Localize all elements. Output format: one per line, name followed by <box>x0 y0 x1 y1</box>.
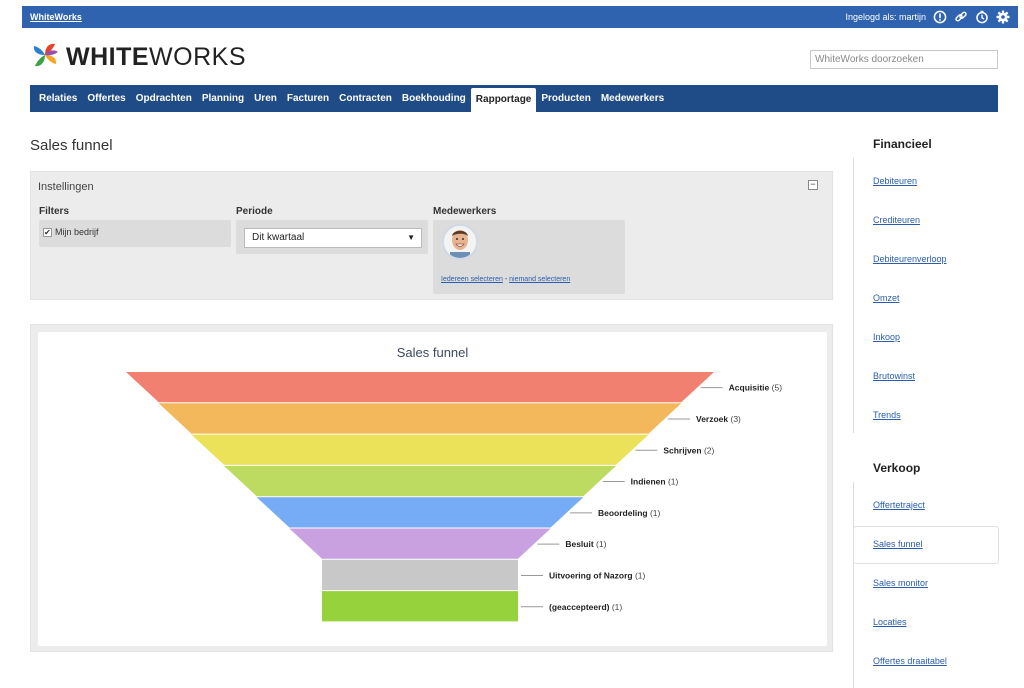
sales-link-offertes-draaitabel[interactable]: Offertes draaitabel <box>873 656 947 666</box>
chart-area: Sales funnel Acquisitie (5) Verzoek (3) Sc… <box>38 332 827 646</box>
checkbox[interactable]: ✔ <box>43 227 52 237</box>
funnel-label: Verzoek (3) <box>696 414 741 424</box>
nav-item-medewerkers[interactable]: Medewerkers <box>596 85 669 112</box>
sales-link-sales-funnel[interactable]: Sales funnel <box>873 539 923 549</box>
logged-in-label: Ingelogd als: martijn <box>845 12 926 22</box>
employee-avatar[interactable] <box>442 224 478 260</box>
funnel-segment-besluit[interactable] <box>289 528 551 559</box>
select-none-link[interactable]: niemand selecteren <box>509 276 570 283</box>
sales-link-locaties[interactable]: Locaties <box>873 617 907 627</box>
financial-link-omzet[interactable]: Omzet <box>873 293 900 303</box>
funnel-label: Uitvoering of Nazorg (1) <box>549 570 646 580</box>
funnel-segment-indienen[interactable] <box>224 465 616 497</box>
logo-text: WHITEWORKS <box>66 43 246 71</box>
nav-item-planning[interactable]: Planning <box>197 85 249 112</box>
sales-funnel-chart: Acquisitie (5) Verzoek (3) Schrijven (2) In… <box>126 372 783 622</box>
nav-item-producten[interactable]: Producten <box>536 85 595 112</box>
nav-item-opdrachten[interactable]: Opdrachten <box>131 85 197 112</box>
funnel-label: (geaccepteerd) (1) <box>549 602 622 612</box>
top-bar: WhiteWorks Ingelogd als: martijn <box>22 6 1018 28</box>
funnel-label: Beoordeling (1) <box>598 508 661 518</box>
sidebar-divider <box>853 158 854 433</box>
financial-link-brutowinst[interactable]: Brutowinst <box>873 371 915 381</box>
filter-mijn-bedrijf[interactable]: ✔ Mijn bedrijf <box>43 227 99 237</box>
funnel-label: Schrijven (2) <box>663 445 714 455</box>
clock-icon[interactable] <box>975 10 989 24</box>
period-label: Periode <box>236 206 273 217</box>
employees-label: Medewerkers <box>433 206 497 217</box>
nav-item-rapportage[interactable]: Rapportage <box>470 88 537 112</box>
financial-link-debiteuren[interactable]: Debiteuren <box>873 176 917 186</box>
nav-item-offertes[interactable]: Offertes <box>82 85 130 112</box>
financial-heading: Financieel <box>873 137 932 151</box>
period-select[interactable]: Dit kwartaal ▼ <box>244 228 422 248</box>
sidebar-divider <box>853 482 854 688</box>
settings-panel: Instellingen − Filters ✔ Mijn bedrijf Pe… <box>30 171 833 300</box>
funnel-segment-acquisitie[interactable] <box>126 372 714 403</box>
sales-heading: Verkoop <box>873 461 921 475</box>
financial-link-inkoop[interactable]: Inkoop <box>873 332 900 342</box>
nav-item-relaties[interactable]: Relaties <box>34 85 82 112</box>
info-icon[interactable] <box>933 10 947 24</box>
collapse-button[interactable]: − <box>808 180 818 190</box>
nav-item-boekhouding[interactable]: Boekhouding <box>397 85 471 112</box>
search-input[interactable] <box>810 50 998 69</box>
filters-label: Filters <box>39 206 70 217</box>
chart-card: Sales funnel Acquisitie (5) Verzoek (3) Sc… <box>30 324 833 652</box>
pinwheel-logo-icon <box>30 40 60 75</box>
financial-link-debiteurenverloop[interactable]: Debiteurenverloop <box>873 254 947 264</box>
funnel-segment-verzoek[interactable] <box>158 403 682 434</box>
funnel-label: Besluit (1) <box>565 539 606 549</box>
nav-item-facturen[interactable]: Facturen <box>282 85 334 112</box>
link-icon[interactable] <box>954 10 968 24</box>
main-navigation: Relaties Offertes Opdrachten Planning Uren Fa… <box>30 85 998 112</box>
select-all-link[interactable]: Iedereen selecteren <box>441 276 503 283</box>
financial-link-crediteuren[interactable]: Crediteuren <box>873 215 920 225</box>
sales-link-offertetraject[interactable]: Offertetraject <box>873 500 925 510</box>
funnel-label: Indienen (1) <box>631 477 679 487</box>
funnel-segment-geaccepteerd[interactable] <box>322 591 518 622</box>
user-area: Ingelogd als: martijn <box>845 10 1010 24</box>
nav-item-contracten[interactable]: Contracten <box>334 85 397 112</box>
filter-label: Mijn bedrijf <box>55 227 99 237</box>
financial-link-trends[interactable]: Trends <box>873 410 901 420</box>
sales-link-sales-monitor[interactable]: Sales monitor <box>873 578 928 588</box>
select-links: Iedereen selecteren - niemand selecteren <box>441 276 571 283</box>
page-title: Sales funnel <box>30 137 113 154</box>
funnel-label: Acquisitie (5) <box>729 383 783 393</box>
whiteworks-logo[interactable]: WHITEWORKS <box>30 40 246 75</box>
period-value: Dit kwartaal <box>252 232 305 243</box>
funnel-segment-schrijven[interactable] <box>191 434 649 465</box>
nav-item-uren[interactable]: Uren <box>249 85 282 112</box>
dropdown-arrow-icon: ▼ <box>407 233 415 242</box>
gear-icon[interactable] <box>996 10 1010 24</box>
funnel-segment-uitvoering-of-nazorg[interactable] <box>322 559 518 591</box>
home-link[interactable]: WhiteWorks <box>30 12 82 22</box>
settings-title: Instellingen <box>38 181 94 193</box>
funnel-segment-beoordeling[interactable] <box>256 497 584 528</box>
